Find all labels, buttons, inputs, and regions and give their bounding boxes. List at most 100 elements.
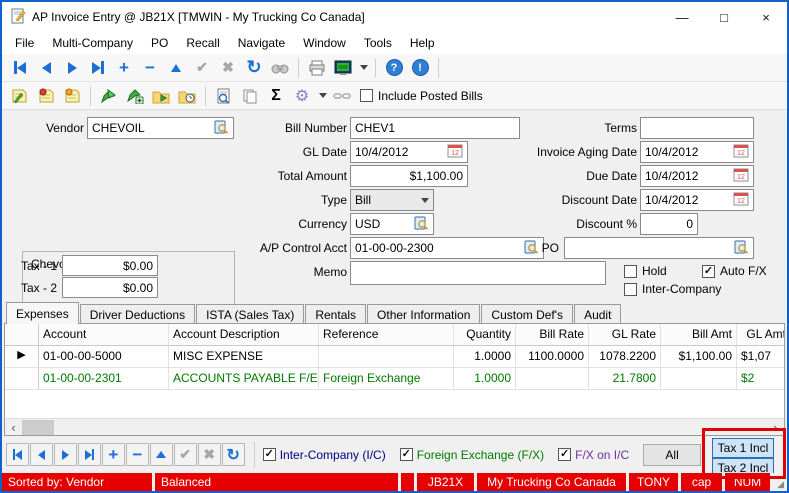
currency-field[interactable]: USD: [350, 213, 434, 235]
grid-last-icon[interactable]: [78, 443, 101, 466]
cell-reference[interactable]: [319, 346, 454, 367]
col-account[interactable]: Account: [39, 324, 169, 345]
cell-quantity[interactable]: 1.0000: [454, 368, 516, 389]
grid-row-1[interactable]: ▶ 01-00-00-5000 MISC EXPENSE 1.0000 1100…: [5, 346, 784, 368]
first-record-icon[interactable]: [8, 56, 32, 80]
goto-add-icon[interactable]: [123, 84, 147, 108]
memo-field[interactable]: [350, 261, 606, 285]
auto-fx-checkbox[interactable]: [702, 265, 715, 278]
col-quantity[interactable]: Quantity: [454, 324, 516, 345]
foreign-exchange-checkbox[interactable]: [400, 448, 413, 461]
all-button[interactable]: All: [643, 444, 701, 466]
grid-refresh-icon[interactable]: ↻: [222, 443, 245, 466]
cell-quantity[interactable]: 1.0000: [454, 346, 516, 367]
discount-date-calendar-icon[interactable]: 12: [733, 191, 749, 209]
tax1-field[interactable]: $0.00: [62, 255, 158, 276]
app-icon[interactable]: [10, 8, 26, 27]
po-lookup-icon[interactable]: [734, 240, 749, 257]
grid-up-icon[interactable]: [150, 443, 173, 466]
include-posted-checkbox[interactable]: [360, 89, 373, 102]
menu-recall[interactable]: Recall: [177, 34, 228, 52]
tab-custom-defs[interactable]: Custom Def's: [481, 304, 573, 324]
scroll-left-icon[interactable]: ‹: [5, 419, 22, 436]
scrollbar-thumb[interactable]: [22, 420, 54, 435]
copy-icon[interactable]: [238, 84, 262, 108]
col-account-description[interactable]: Account Description: [169, 324, 319, 345]
menu-navigate[interactable]: Navigate: [229, 34, 294, 52]
settings-dropdown-icon[interactable]: [316, 84, 328, 108]
find-binoculars-icon[interactable]: [268, 56, 292, 80]
tab-driver-deductions[interactable]: Driver Deductions: [80, 304, 195, 324]
screen-dropdown-icon[interactable]: [357, 56, 369, 80]
cell-bill-amt[interactable]: $1,100.00: [661, 346, 737, 367]
flag-note-icon[interactable]: [60, 84, 84, 108]
cell-gl-amt[interactable]: $1,07: [737, 346, 785, 367]
invoice-aging-calendar-icon[interactable]: 12: [733, 143, 749, 161]
cell-bill-rate[interactable]: 1100.0000: [516, 346, 589, 367]
gl-date-calendar-icon[interactable]: 12: [447, 143, 463, 161]
discount-date-field[interactable]: 10/4/2012 12: [640, 189, 754, 211]
invoice-aging-date-field[interactable]: 10/4/2012 12: [640, 141, 754, 163]
menu-help[interactable]: Help: [401, 34, 444, 52]
grid-delete-icon[interactable]: −: [126, 443, 149, 466]
tab-expenses[interactable]: Expenses: [6, 302, 79, 324]
about-icon[interactable]: !: [408, 56, 432, 80]
col-bill-amt[interactable]: Bill Amt: [661, 324, 737, 345]
tab-audit[interactable]: Audit: [574, 304, 621, 324]
type-dropdown[interactable]: Bill: [350, 189, 434, 211]
next-record-icon[interactable]: [60, 56, 84, 80]
col-bill-rate[interactable]: Bill Rate: [516, 324, 589, 345]
settings-gear-icon[interactable]: ⚙: [290, 84, 314, 108]
grid-next-icon[interactable]: [54, 443, 77, 466]
preview-icon[interactable]: [212, 84, 236, 108]
due-date-field[interactable]: 10/4/2012 12: [640, 165, 754, 187]
discount-pct-field[interactable]: 0: [640, 213, 698, 235]
horizontal-scrollbar[interactable]: ‹ ›: [5, 418, 784, 435]
last-record-icon[interactable]: [86, 56, 110, 80]
grid-accept-icon[interactable]: ✔: [174, 443, 197, 466]
menu-po[interactable]: PO: [142, 34, 177, 52]
tax2-field[interactable]: $0.00: [62, 277, 158, 298]
col-gl-amt[interactable]: GL Amt: [737, 324, 785, 345]
menu-window[interactable]: Window: [294, 34, 355, 52]
inter-company-ic-checkbox[interactable]: [263, 448, 276, 461]
tab-rentals[interactable]: Rentals: [305, 304, 366, 324]
grid-row-2[interactable]: 01-00-00-2301 ACCOUNTS PAYABLE F/E OI Fo…: [5, 368, 784, 390]
fx-on-ic-checkbox[interactable]: [558, 448, 571, 461]
cell-account[interactable]: 01-00-00-5000: [39, 346, 169, 367]
vendor-field[interactable]: CHEVOIL: [87, 117, 234, 139]
refresh-icon[interactable]: ↻: [242, 56, 266, 80]
accept-icon[interactable]: ✔: [190, 56, 214, 80]
screen-monitor-icon[interactable]: [331, 56, 355, 80]
maximize-icon[interactable]: □: [703, 2, 745, 32]
up-icon[interactable]: [164, 56, 188, 80]
inter-company-checkbox[interactable]: [624, 283, 637, 296]
grid-first-icon[interactable]: [6, 443, 29, 466]
cell-account[interactable]: 01-00-00-2301: [39, 368, 169, 389]
help-icon[interactable]: ?: [382, 56, 406, 80]
due-date-calendar-icon[interactable]: 12: [733, 167, 749, 185]
add-record-icon[interactable]: +: [112, 56, 136, 80]
menu-file[interactable]: File: [6, 34, 43, 52]
grid-cancel-icon[interactable]: ✖: [198, 443, 221, 466]
menu-multi-company[interactable]: Multi-Company: [43, 34, 142, 52]
unlink-icon[interactable]: [330, 84, 354, 108]
tab-ista-sales-tax[interactable]: ISTA (Sales Tax): [196, 304, 304, 324]
col-gl-rate[interactable]: GL Rate: [589, 324, 661, 345]
folder-out-icon[interactable]: [149, 84, 173, 108]
cell-bill-amt[interactable]: [661, 368, 737, 389]
cell-reference[interactable]: Foreign Exchange: [319, 368, 454, 389]
currency-lookup-icon[interactable]: [414, 216, 429, 233]
print-icon[interactable]: [305, 56, 329, 80]
grid-previous-icon[interactable]: [30, 443, 53, 466]
hold-checkbox[interactable]: [624, 265, 637, 278]
previous-record-icon[interactable]: [34, 56, 58, 80]
po-field[interactable]: [564, 237, 754, 259]
sum-icon[interactable]: Σ: [264, 84, 288, 108]
total-amount-field[interactable]: $1,100.00: [350, 165, 468, 187]
edit-note-icon[interactable]: [8, 84, 32, 108]
col-reference[interactable]: Reference: [319, 324, 454, 345]
cell-description[interactable]: MISC EXPENSE: [169, 346, 319, 367]
minimize-icon[interactable]: —: [661, 2, 703, 32]
close-icon[interactable]: ×: [745, 2, 787, 32]
